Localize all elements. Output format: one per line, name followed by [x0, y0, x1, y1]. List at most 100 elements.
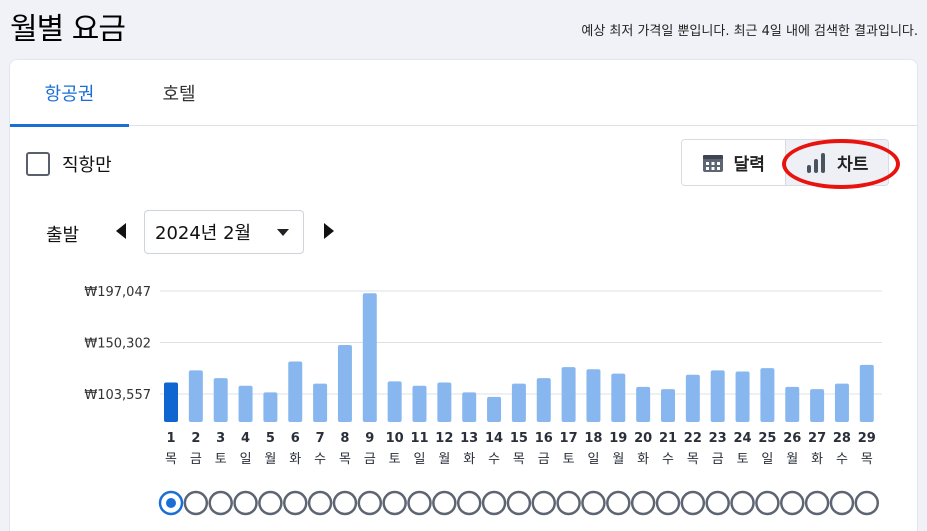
- fare-bar[interactable]: [710, 370, 725, 422]
- direct-only-checkbox[interactable]: [26, 152, 50, 176]
- fare-bar[interactable]: [487, 396, 502, 422]
- day-select-radio[interactable]: [456, 490, 482, 516]
- day-select-radio[interactable]: [705, 490, 730, 516]
- day-label: 18: [584, 431, 602, 446]
- day-select-radio[interactable]: [854, 490, 880, 516]
- day-select-radio[interactable]: [606, 490, 631, 516]
- weekday-label: 토: [737, 452, 749, 467]
- fare-bar[interactable]: [213, 378, 228, 422]
- day-select-radio[interactable]: [332, 490, 358, 516]
- calendar-view-button[interactable]: 달력: [682, 140, 786, 185]
- fare-bar[interactable]: [288, 361, 303, 422]
- day-label: 8: [340, 431, 349, 446]
- day-select-radio[interactable]: [258, 490, 283, 516]
- day-label: 12: [435, 431, 453, 446]
- fare-bar[interactable]: [760, 368, 775, 422]
- fare-bar[interactable]: [412, 385, 427, 422]
- day-select-radio[interactable]: [307, 490, 333, 516]
- tab-bar: 항공권 호텔: [10, 60, 917, 127]
- direct-only-filter[interactable]: 직항만: [26, 151, 112, 177]
- fare-bar[interactable]: [859, 364, 874, 422]
- fare-bar[interactable]: [313, 383, 328, 422]
- day-select-radio[interactable]: [158, 490, 184, 516]
- weekday-label: 금: [538, 452, 550, 467]
- day-select-radio[interactable]: [829, 490, 855, 516]
- fare-bar[interactable]: [785, 386, 800, 422]
- fare-bar[interactable]: [536, 378, 551, 422]
- day-select-radio[interactable]: [233, 490, 258, 516]
- day-select-radio[interactable]: [804, 490, 830, 516]
- weekday-label: 목: [339, 452, 351, 467]
- fare-bar[interactable]: [586, 369, 601, 422]
- weekday-label: 수: [836, 452, 848, 467]
- fare-bar[interactable]: [511, 383, 526, 422]
- day-select-radio[interactable]: [755, 490, 780, 516]
- fare-bar[interactable]: [238, 385, 253, 422]
- fare-bar[interactable]: [735, 371, 750, 422]
- view-toggle: 달력 차트: [681, 139, 889, 186]
- tab-flights[interactable]: 항공권: [10, 60, 129, 127]
- fare-bar[interactable]: [188, 370, 203, 422]
- fare-bar[interactable]: [263, 392, 278, 422]
- day-label: 6: [291, 431, 300, 446]
- weekday-label: 화: [811, 452, 823, 467]
- weekday-label: 목: [861, 452, 873, 467]
- day-label: 29: [858, 431, 876, 446]
- day-select-radio[interactable]: [581, 490, 606, 516]
- day-select-radio[interactable]: [481, 490, 507, 516]
- month-select[interactable]: 2024년 2월: [144, 210, 304, 254]
- fare-bar[interactable]: [337, 345, 352, 422]
- fare-bar[interactable]: [462, 392, 477, 422]
- fare-bar[interactable]: [685, 374, 700, 422]
- calendar-view-label: 달력: [733, 155, 765, 175]
- direct-only-label: 직항만: [62, 155, 112, 176]
- day-label: 3: [216, 431, 225, 446]
- fare-bar[interactable]: [164, 382, 178, 422]
- fare-bar[interactable]: [561, 367, 576, 422]
- fare-bar[interactable]: [636, 386, 651, 422]
- previous-month-arrow-icon[interactable]: [114, 222, 128, 240]
- weekday-label: 일: [587, 452, 599, 467]
- fare-bar[interactable]: [661, 389, 675, 422]
- monthly-fare-card: 항공권 호텔 직항만 달력 차트 출발 2024년 2월 ₩197,047 ₩1…: [9, 59, 918, 531]
- next-month-arrow-icon[interactable]: [322, 222, 336, 240]
- day-label: 11: [410, 431, 428, 446]
- y-tick-label: ₩150,302: [84, 337, 151, 352]
- day-select-radio[interactable]: [183, 490, 209, 516]
- fare-bar[interactable]: [834, 383, 849, 422]
- day-select-radio[interactable]: [357, 490, 383, 516]
- weekday-label: 금: [364, 452, 376, 467]
- day-label: 25: [758, 431, 776, 446]
- day-label: 10: [386, 431, 404, 446]
- fare-bar[interactable]: [810, 389, 825, 422]
- day-label: 9: [365, 431, 374, 446]
- chart-view-button[interactable]: 차트: [785, 140, 888, 185]
- tab-hotels[interactable]: 호텔: [129, 60, 229, 126]
- day-select-radio[interactable]: [531, 490, 556, 516]
- day-select-radio[interactable]: [630, 490, 656, 516]
- chart-view-label: 차트: [837, 155, 869, 175]
- weekday-label: 일: [414, 452, 426, 467]
- fare-bar[interactable]: [362, 293, 377, 422]
- day-select-radio[interactable]: [432, 490, 457, 516]
- day-select-radio[interactable]: [506, 490, 532, 516]
- weekday-label: 목: [165, 452, 177, 467]
- fare-bar[interactable]: [387, 381, 402, 422]
- day-label: 16: [535, 431, 553, 446]
- day-select-radio[interactable]: [407, 490, 432, 516]
- fare-bar-chart: ₩197,047₩150,302₩103,5571목2금3토4일5월6화7수8목…: [84, 285, 882, 516]
- price-disclaimer: 예상 최저 가격일 뿐입니다. 최근 4일 내에 검색한 결과입니다.: [581, 24, 918, 39]
- day-select-radio[interactable]: [655, 490, 681, 516]
- day-label: 13: [460, 431, 478, 446]
- day-select-radio[interactable]: [680, 490, 706, 516]
- fare-bar[interactable]: [437, 382, 452, 422]
- day-select-radio[interactable]: [780, 490, 805, 516]
- fare-bar[interactable]: [611, 373, 626, 422]
- day-select-radio[interactable]: [283, 490, 308, 516]
- day-select-radio[interactable]: [208, 490, 233, 516]
- day-select-radio[interactable]: [382, 490, 407, 516]
- weekday-label: 월: [612, 452, 624, 467]
- day-select-radio[interactable]: [556, 490, 581, 516]
- weekday-label: 토: [215, 452, 227, 467]
- day-select-radio[interactable]: [730, 490, 755, 516]
